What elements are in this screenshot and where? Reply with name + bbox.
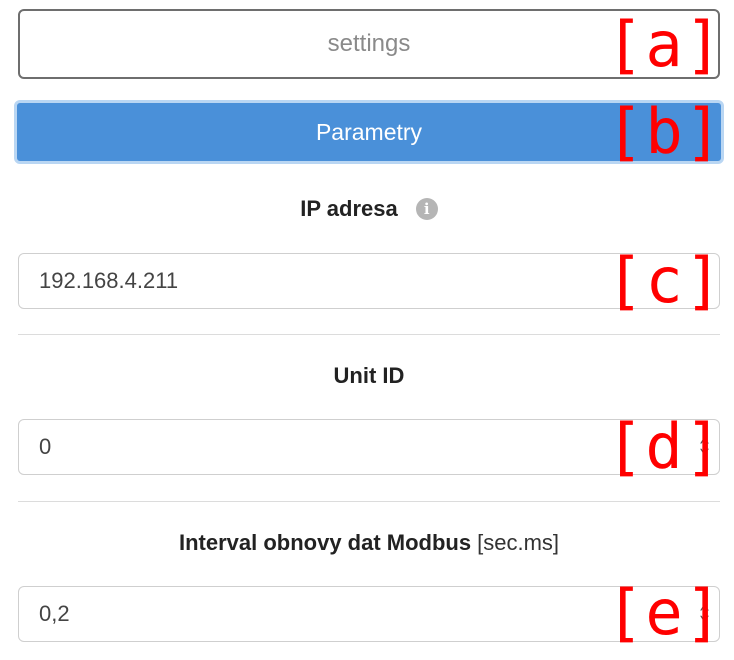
- ip-address-label: IP adresa i: [18, 196, 720, 222]
- info-icon[interactable]: i: [415, 198, 438, 220]
- refresh-interval-unit: [sec.ms]: [477, 530, 560, 555]
- marker-a: [a]: [606, 8, 724, 81]
- ip-address-label-text: IP adresa: [300, 196, 398, 221]
- refresh-interval-label: Interval obnovy dat Modbus [sec.ms]: [18, 530, 720, 556]
- marker-b: [b]: [606, 95, 724, 168]
- marker-e: [e]: [606, 576, 724, 649]
- unit-id-label-text: Unit ID: [333, 363, 405, 388]
- refresh-interval-label-text: Interval obnovy dat Modbus: [178, 530, 472, 555]
- divider: [18, 334, 720, 335]
- divider: [18, 501, 720, 502]
- marker-d: [d]: [606, 410, 724, 483]
- unit-id-label: Unit ID: [18, 363, 720, 389]
- marker-c: [c]: [606, 244, 724, 317]
